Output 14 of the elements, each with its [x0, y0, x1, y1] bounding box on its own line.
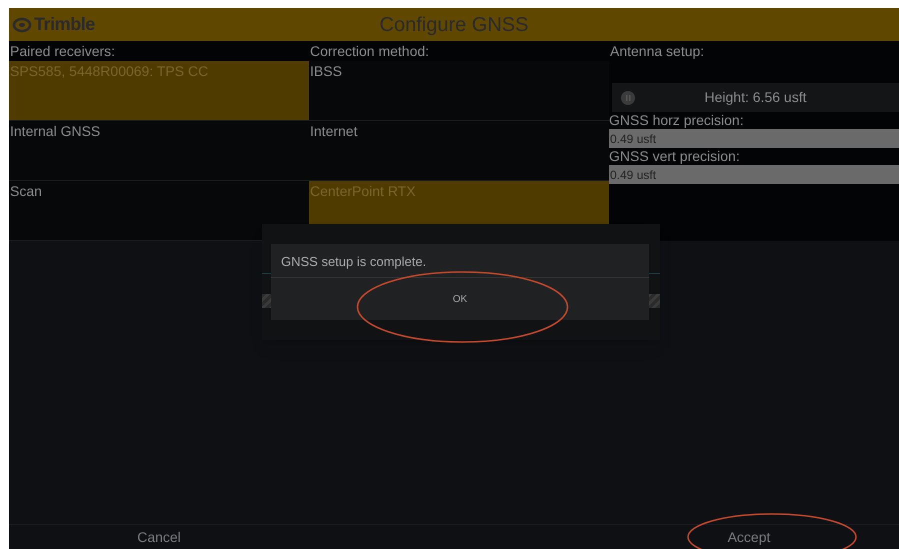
precision-field[interactable]: 0.49 usft — [609, 165, 899, 184]
list-item[interactable]: Internal GNSS — [9, 121, 309, 181]
list-item[interactable]: IBSS — [309, 61, 609, 121]
list-item[interactable]: Internet — [309, 121, 609, 181]
field-label: GNSS vert precision: — [609, 148, 741, 165]
antenna-height-button[interactable]: Height: 6.56 usft — [612, 83, 899, 112]
dialog-message: GNSS setup is complete. — [280, 253, 428, 271]
logo-icon — [12, 16, 32, 34]
list-item[interactable]: Scan — [9, 181, 309, 241]
field-label: GNSS horz precision: — [609, 112, 745, 129]
column-label: Correction method: — [309, 42, 430, 61]
column-label: Paired receivers: — [9, 42, 116, 61]
precision-field[interactable]: 0.49 usft — [609, 129, 899, 148]
column-label: Antenna setup: — [609, 42, 706, 61]
